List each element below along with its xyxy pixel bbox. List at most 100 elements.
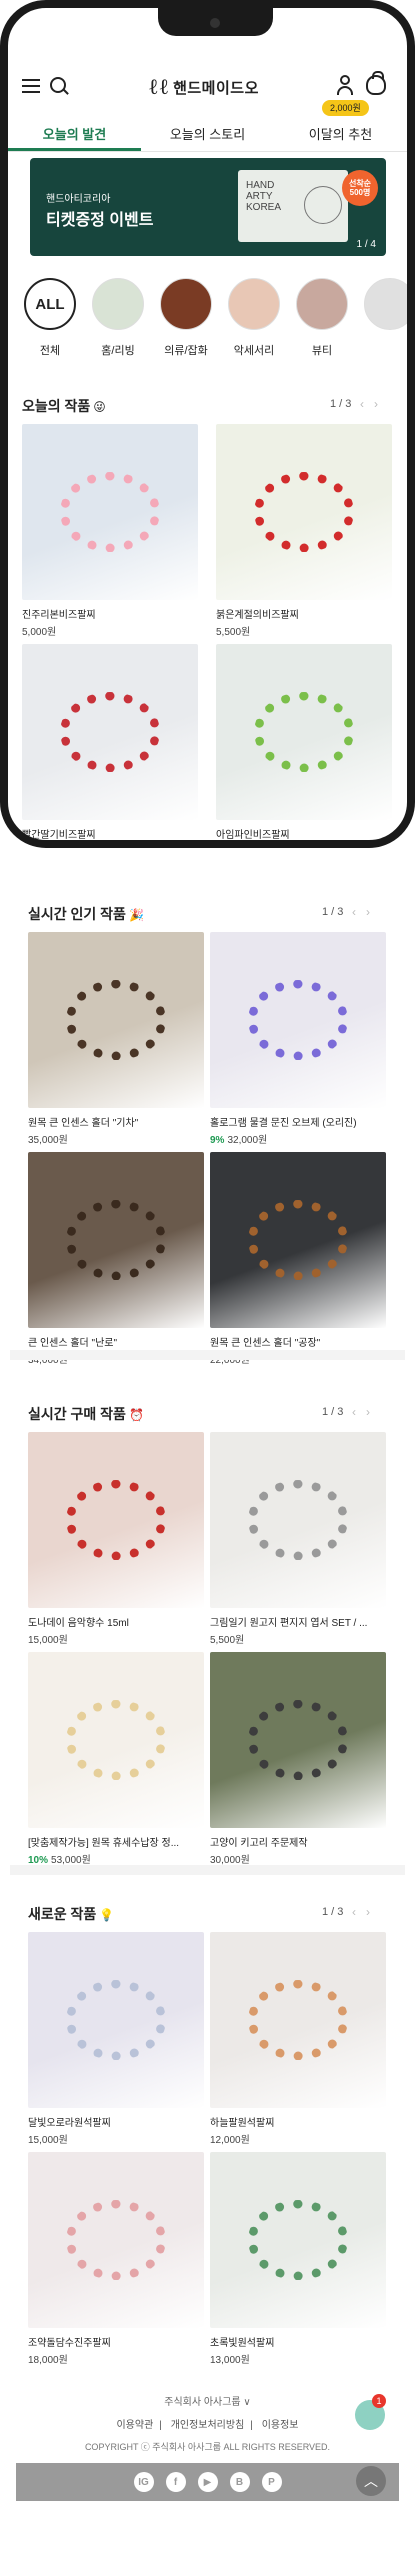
- product-card[interactable]: [맞춤제작가능] 원목 휴세수납장 정... 10% 53,000원: [28, 1652, 204, 1866]
- product-image: [210, 1652, 386, 1828]
- tab-1[interactable]: 오늘의 스토리: [141, 120, 274, 151]
- section-pager: 1 / 3: [330, 398, 352, 410]
- product-name: 달빛오로라원석팔찌: [28, 2118, 111, 2129]
- product-price-row: 5,000원: [22, 623, 198, 638]
- product-card[interactable]: 원목 큰 인센스 홀더 "공장" 22,000원: [210, 1152, 386, 1366]
- section-pager: 1 / 3: [322, 1406, 344, 1418]
- product-card[interactable]: 달빛오로라원석팔찌 15,000원: [28, 1932, 204, 2146]
- banner-badge: 선착순 500명: [342, 170, 378, 206]
- phone-frame: ℓℓ 핸드메이드오 2,000원 오늘의 발견 오늘의 스토리 이달의 추천 핸드아…: [0, 0, 415, 848]
- product-image: [216, 644, 392, 820]
- category-item[interactable]: 악세서리: [226, 278, 282, 358]
- banner-title: 티켓증정 이벤트: [46, 212, 154, 229]
- product-shape: [66, 1200, 166, 1280]
- product-price-row: 10% 53,000원: [28, 1851, 204, 1866]
- category-item[interactable]: 뷰티: [294, 278, 350, 358]
- app-header: ℓℓ 핸드메이드오: [8, 44, 407, 106]
- post-icon[interactable]: P: [261, 2472, 282, 2492]
- product-image: [210, 1932, 386, 2108]
- category-item[interactable]: ALL 전체: [22, 278, 78, 358]
- product-image: [28, 1932, 204, 2108]
- footer-link-privacy[interactable]: 개인정보처리방침: [171, 2420, 245, 2431]
- section-title: 새로운 작품 💡: [28, 1904, 114, 1924]
- section-title: 실시간 구매 작품 ⏰: [28, 1404, 144, 1424]
- product-price: 5,500원: [216, 627, 251, 638]
- product-discount: 9%: [210, 1135, 225, 1146]
- product-price: 15,000원: [28, 2135, 68, 2146]
- banner-card: HAND ARTY KOREA: [238, 170, 348, 242]
- product-image: [28, 932, 204, 1108]
- product-price-row: 9% 32,000원: [210, 1131, 386, 1146]
- section-emoji-icon: ⏰: [128, 1408, 144, 1422]
- product-card[interactable]: 아임파인비즈팔찌: [216, 644, 392, 841]
- section-arrows[interactable]: ‹›: [352, 905, 380, 919]
- product-card[interactable]: 붉은계절의비즈팔찌 5,500원: [216, 424, 392, 638]
- product-shape: [248, 2200, 348, 2280]
- product-card[interactable]: 큰 인센스 홀더 "난로" 34,000원: [28, 1152, 204, 1366]
- product-card[interactable]: 그림일기 원고지 편지지 엽서 SET / ... 5,500원: [210, 1432, 386, 1646]
- footer-link-terms[interactable]: 이용약관: [116, 2420, 153, 2431]
- section-arrows[interactable]: ‹›: [352, 1405, 380, 1419]
- tab-0[interactable]: 오늘의 발견: [8, 120, 141, 151]
- banner-page-indicator: 1 / 4: [356, 239, 376, 250]
- phone-notch: [158, 8, 273, 36]
- product-price: 18,000원: [28, 2355, 68, 2366]
- logo-text: 핸드메이드오: [173, 79, 259, 97]
- category-item[interactable]: 의류/잡화: [158, 278, 214, 358]
- category-label: 의류/잡화: [164, 345, 208, 357]
- facebook-icon[interactable]: f: [165, 2472, 186, 2492]
- tab-2[interactable]: 이달의 추천: [274, 120, 407, 151]
- product-card[interactable]: 원목 큰 인센스 홀더 "기차" 35,000원: [28, 932, 204, 1146]
- product-shape: [66, 980, 166, 1060]
- category-item[interactable]: 홈/리빙: [90, 278, 146, 358]
- product-name: 그림일기 원고지 편지지 엽서 SET / ...: [210, 1618, 368, 1629]
- footer-company[interactable]: 주식회사 아사그룹 ∨: [0, 2393, 415, 2408]
- cart-icon[interactable]: [366, 71, 386, 95]
- product-shape: [66, 1980, 166, 2060]
- product-shape: [248, 980, 348, 1060]
- section-title-text: 오늘의 작품: [22, 398, 91, 414]
- user-icon[interactable]: [336, 75, 354, 95]
- section-divider: [10, 1350, 405, 1360]
- footer-link-info[interactable]: 이용정보: [262, 2420, 299, 2431]
- product-card[interactable]: 하늘팔원석팔찌 12,000원: [210, 1932, 386, 2146]
- section-title-text: 실시간 구매 작품: [28, 1406, 126, 1422]
- scroll-top-button[interactable]: ︿: [356, 2466, 386, 2496]
- banner-card-text: HAND ARTY KOREA: [246, 180, 282, 213]
- product-price: 5,000원: [22, 627, 57, 638]
- section-arrows[interactable]: ‹›: [360, 397, 388, 411]
- product-shape: [248, 1480, 348, 1560]
- product-image: [28, 1432, 204, 1608]
- product-card[interactable]: 고양이 키고리 주문제작 30,000원: [210, 1652, 386, 1866]
- instagram-icon[interactable]: IG: [133, 2472, 154, 2492]
- logo[interactable]: ℓℓ 핸드메이드오: [148, 74, 259, 100]
- category-thumbnail: [92, 278, 144, 330]
- product-shape: [60, 472, 160, 552]
- blog-icon[interactable]: B: [229, 2472, 250, 2492]
- section-arrows[interactable]: ‹›: [352, 1905, 380, 1919]
- product-card[interactable]: 홀로그램 물결 문진 오브제 (오리진) 9% 32,000원: [210, 932, 386, 1146]
- sns-bar: IG f ▶ B P: [16, 2463, 399, 2501]
- menu-icon[interactable]: [22, 79, 40, 93]
- points-badge[interactable]: 2,000원: [322, 100, 369, 116]
- product-image: [210, 1432, 386, 1608]
- section-emoji-icon: 💡: [99, 1908, 115, 1922]
- product-name: 아임파인비즈팔찌: [216, 830, 290, 841]
- product-card[interactable]: 도나데이 음악향수 15ml 15,000원: [28, 1432, 204, 1646]
- product-price-row: 35,000원: [28, 1131, 204, 1146]
- product-name: 붉은계절의비즈팔찌: [216, 610, 299, 621]
- product-name: [맞춤제작가능] 원목 휴세수납장 정...: [28, 1838, 180, 1849]
- product-card[interactable]: 빨간딸기비즈팔찌: [22, 644, 198, 840]
- section-pager: 1 / 3: [322, 906, 344, 918]
- event-banner[interactable]: 핸드아티코리아 티켓증정 이벤트 HAND ARTY KOREA 선착순 500…: [30, 158, 386, 256]
- product-image: [28, 1652, 204, 1828]
- product-card[interactable]: 초록빛원석팔찌 13,000원: [210, 2152, 386, 2366]
- product-card[interactable]: 진주리본비즈팔찌 5,000원: [22, 424, 198, 638]
- category-item[interactable]: [362, 278, 407, 342]
- product-card[interactable]: 조약돌담수진주팔찌 18,000원: [28, 2152, 204, 2366]
- product-price-row: 15,000원: [28, 2131, 204, 2146]
- search-icon[interactable]: [50, 77, 66, 93]
- camera-icon: [210, 18, 220, 28]
- youtube-icon[interactable]: ▶: [197, 2472, 218, 2492]
- product-name: 도나데이 음악향수 15ml: [28, 1618, 129, 1629]
